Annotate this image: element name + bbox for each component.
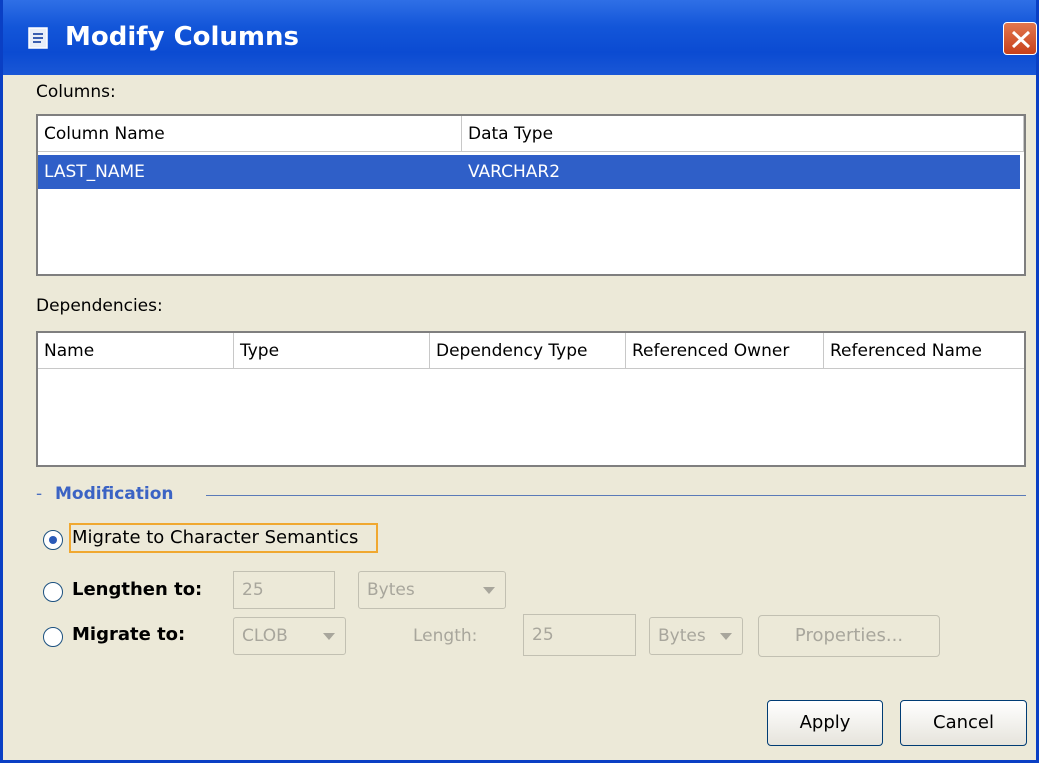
migrate-to-unit-value: Bytes <box>658 626 706 646</box>
lengthen-value-field[interactable]: 25 <box>233 571 335 609</box>
close-icon <box>1011 30 1031 49</box>
close-button[interactable] <box>1003 22 1037 55</box>
migrate-to-type-select[interactable]: CLOB <box>233 617 346 655</box>
modify-columns-dialog: Modify Columns Columns: Column Name Data… <box>0 0 1039 763</box>
column-header-type[interactable]: Type <box>234 333 430 369</box>
migrate-character-semantics-label[interactable]: Migrate to Character Semantics <box>72 527 358 548</box>
migrate-to-unit-select[interactable]: Bytes <box>649 617 743 655</box>
dependencies-table[interactable]: Name Type Dependency Type Referenced Own… <box>36 331 1026 467</box>
migrate-to-label[interactable]: Migrate to: <box>72 624 185 645</box>
column-header-referenced-owner[interactable]: Referenced Owner <box>626 333 824 369</box>
column-header-name[interactable]: Name <box>38 333 234 369</box>
radio-migrate-to[interactable] <box>43 627 63 647</box>
columns-label: Columns: <box>36 82 116 102</box>
cell-column-name: LAST_NAME <box>44 162 145 182</box>
chevron-down-icon <box>323 633 335 640</box>
dialog-icon <box>28 27 48 49</box>
title-bar[interactable]: Modify Columns <box>3 0 1037 75</box>
modification-group-title: Modification <box>55 484 174 504</box>
dialog-title: Modify Columns <box>65 22 300 52</box>
column-header-dependency-type[interactable]: Dependency Type <box>430 333 626 369</box>
column-header-data-type[interactable]: Data Type <box>462 116 1024 152</box>
column-header-referenced-name[interactable]: Referenced Name <box>824 333 1024 369</box>
cancel-button[interactable]: Cancel <box>900 700 1027 746</box>
lengthen-unit-select[interactable]: Bytes <box>358 571 506 609</box>
lengthen-to-label[interactable]: Lengthen to: <box>72 579 202 600</box>
modification-group-divider <box>206 495 1026 496</box>
modification-group-dash: - <box>36 484 43 504</box>
chevron-down-icon <box>720 633 732 640</box>
column-header-column-name[interactable]: Column Name <box>38 116 462 152</box>
length-label: Length: <box>413 626 478 646</box>
properties-button[interactable]: Properties... <box>758 615 940 657</box>
lengthen-unit-value: Bytes <box>367 580 415 600</box>
dependencies-label: Dependencies: <box>36 296 163 316</box>
radio-migrate-character-semantics[interactable] <box>43 530 63 550</box>
radio-selected-dot <box>49 536 57 544</box>
radio-lengthen-to[interactable] <box>43 582 63 602</box>
migrate-to-type-value: CLOB <box>242 626 288 646</box>
length-value-field[interactable]: 25 <box>523 614 636 656</box>
columns-table[interactable]: Column Name Data Type LAST_NAME VARCHAR2 <box>36 114 1026 276</box>
cell-data-type: VARCHAR2 <box>468 162 561 182</box>
apply-button[interactable]: Apply <box>767 700 883 746</box>
table-row[interactable]: LAST_NAME VARCHAR2 <box>38 155 1020 189</box>
chevron-down-icon <box>483 587 495 594</box>
